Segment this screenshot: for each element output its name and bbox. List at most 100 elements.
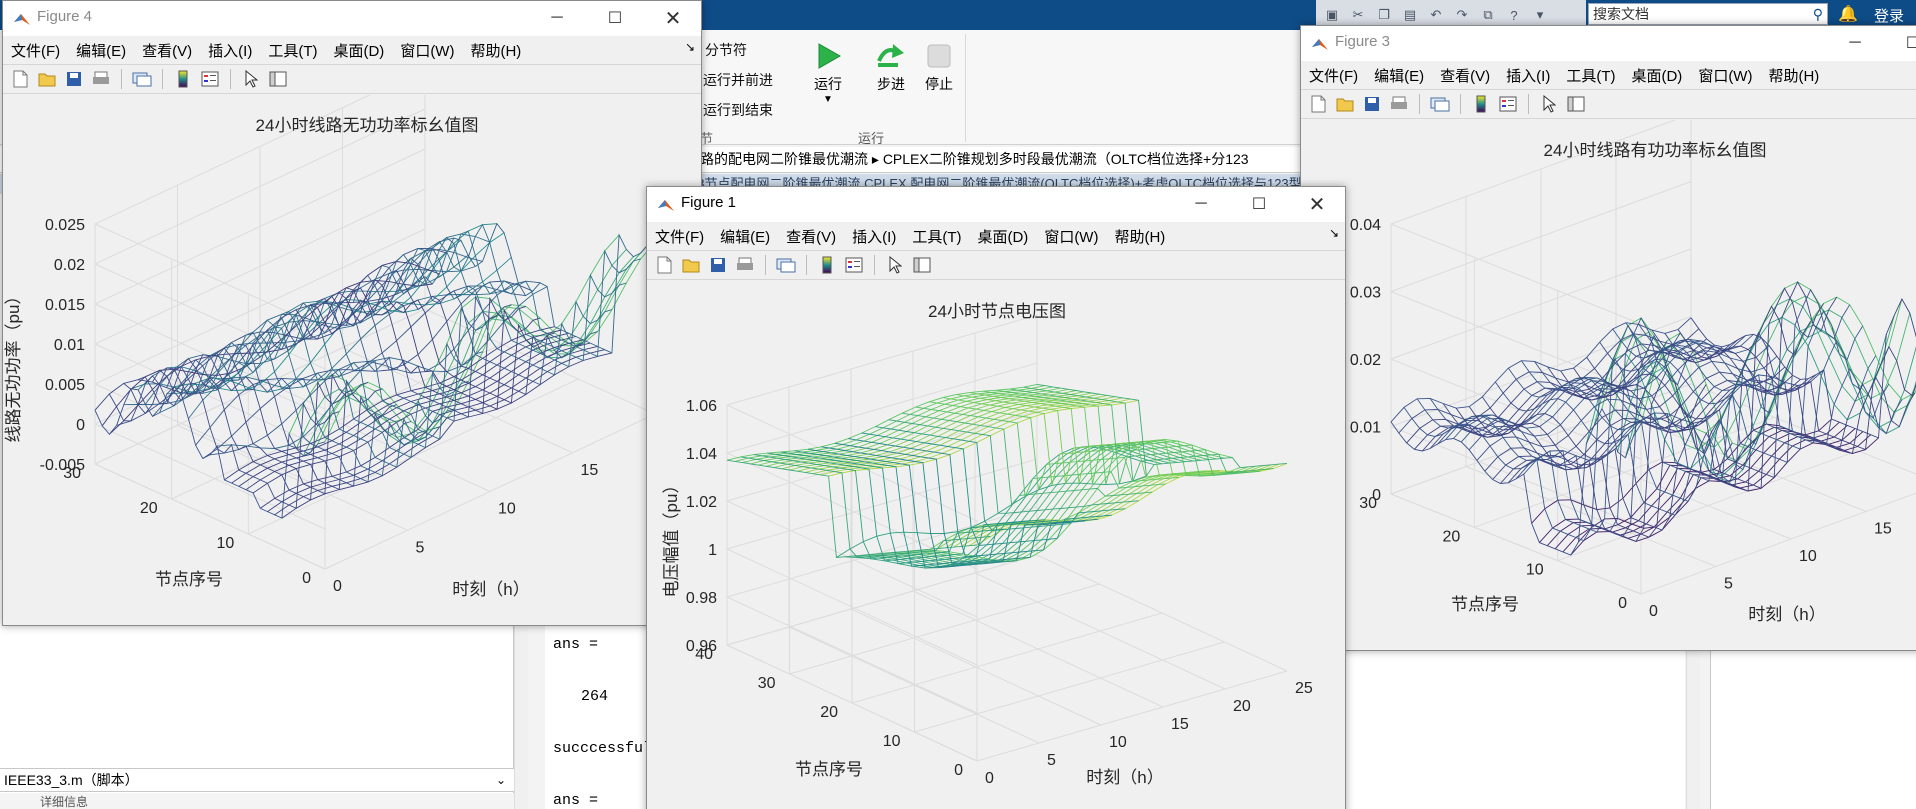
insert-colorbar-icon[interactable]: [816, 254, 838, 276]
search-documentation-input[interactable]: 搜索文档 ⚲: [1588, 3, 1828, 25]
minimize-icon[interactable]: ─: [1181, 191, 1221, 217]
print-figure-icon[interactable]: [1388, 93, 1410, 115]
menu-item[interactable]: 帮助(H): [470, 40, 521, 61]
menu-item[interactable]: 插入(I): [852, 226, 896, 247]
insert-legend-icon[interactable]: [843, 254, 865, 276]
menu-item[interactable]: 窗口(W): [400, 40, 454, 61]
run-and-advance-button[interactable]: 运行并前进: [703, 70, 773, 90]
menu-item[interactable]: 插入(I): [208, 40, 252, 61]
insert-legend-icon[interactable]: [1497, 93, 1519, 115]
menu-item[interactable]: 编辑(E): [720, 226, 770, 247]
mesh-line: [961, 464, 1272, 547]
plot-area[interactable]: 0.040.030.020.01005101520302010024小时线路有功…: [1301, 120, 1916, 651]
close-icon[interactable]: ✕: [1297, 191, 1337, 217]
open-file-icon[interactable]: [680, 254, 702, 276]
notification-bell-icon[interactable]: 🔔: [1838, 4, 1858, 24]
insert-legend-icon[interactable]: [199, 68, 221, 90]
dock-figure-icon[interactable]: ↘: [685, 40, 695, 54]
new-figure-icon[interactable]: [653, 254, 675, 276]
figure-3-window[interactable]: Figure 3 ─ ☐ 文件(F) 编辑(E) 查看(V) 插入(I) 工具(T) 桌面…: [1300, 25, 1916, 651]
open-property-inspector-icon[interactable]: [911, 254, 933, 276]
menu-item[interactable]: 帮助(H): [1114, 226, 1165, 247]
link-plot-icon[interactable]: [131, 68, 153, 90]
plot-title: 24小时线路无功功率标幺值图: [256, 116, 479, 135]
menu-item[interactable]: 工具(T): [268, 40, 317, 61]
print-figure-icon[interactable]: [90, 68, 112, 90]
mesh-line: [1677, 329, 1916, 451]
menu-item[interactable]: 编辑(E): [76, 40, 126, 61]
edit-plot-icon[interactable]: [884, 254, 906, 276]
insert-colorbar-icon[interactable]: [1470, 93, 1492, 115]
current-file-selector[interactable]: IEEE33_3.m（脚本） ⌄: [0, 768, 514, 792]
menu-item[interactable]: 工具(T): [1566, 65, 1615, 86]
breadcrumb-segment[interactable]: CPLEX二阶锥规划多时段最优潮流（OLTC档位选择+分123: [883, 151, 1249, 167]
x-tick-label: 0: [985, 770, 994, 787]
new-figure-icon[interactable]: [1307, 93, 1329, 115]
help-icon[interactable]: ?: [1504, 5, 1524, 25]
chevron-down-icon[interactable]: ⌄: [496, 769, 506, 791]
maximize-icon[interactable]: ☐: [1893, 30, 1916, 56]
menu-item[interactable]: 工具(T): [912, 226, 961, 247]
menu-item[interactable]: 查看(V): [1440, 65, 1490, 86]
save-icon[interactable]: ▣: [1322, 5, 1342, 25]
figure-1-window[interactable]: Figure 1 ─ ☐ ✕ 文件(F) 编辑(E) 查看(V) 插入(I) 工具(T)…: [646, 186, 1346, 809]
open-property-inspector-icon[interactable]: [1565, 93, 1587, 115]
menu-item[interactable]: 文件(F): [1309, 65, 1358, 86]
figure-title-bar[interactable]: Figure 4 ─ ☐ ✕: [3, 1, 701, 36]
y-axis-label: 节点序号: [795, 760, 863, 779]
menu-item[interactable]: 文件(F): [11, 40, 60, 61]
save-figure-icon[interactable]: [1361, 93, 1383, 115]
customize-icon[interactable]: ▾: [1530, 5, 1550, 25]
minimize-icon[interactable]: ─: [1835, 30, 1875, 56]
menu-item[interactable]: 文件(F): [655, 226, 704, 247]
link-plot-icon[interactable]: [1429, 93, 1451, 115]
undo-icon[interactable]: ↶: [1426, 5, 1446, 25]
minimize-icon[interactable]: ─: [537, 5, 577, 31]
figure-title-bar[interactable]: Figure 3 ─ ☐: [1301, 26, 1916, 61]
breadcrumb-segment[interactable]: 路的配电网二阶锥最优潮流: [700, 151, 868, 167]
y-tick-label: 20: [140, 500, 158, 517]
menu-item[interactable]: 窗口(W): [1044, 226, 1098, 247]
insert-colorbar-icon[interactable]: [172, 68, 194, 90]
switch-windows-icon[interactable]: ⧉: [1478, 5, 1498, 25]
menu-item[interactable]: 窗口(W): [1698, 65, 1752, 86]
toolbar-separator: [765, 255, 766, 275]
redo-icon[interactable]: ↷: [1452, 5, 1472, 25]
dock-figure-icon[interactable]: ↘: [1329, 226, 1339, 240]
open-property-inspector-icon[interactable]: [267, 68, 289, 90]
menu-item[interactable]: 帮助(H): [1768, 65, 1819, 86]
menu-item[interactable]: 桌面(D): [1631, 65, 1682, 86]
section-break-button[interactable]: 分节符: [705, 40, 747, 60]
maximize-icon[interactable]: ☐: [595, 5, 635, 31]
run-to-end-button[interactable]: 运行到结束: [703, 100, 773, 120]
maximize-icon[interactable]: ☐: [1239, 191, 1279, 217]
stop-button[interactable]: 停止: [914, 38, 964, 94]
menu-item[interactable]: 桌面(D): [333, 40, 384, 61]
figure-title-bar[interactable]: Figure 1 ─ ☐ ✕: [647, 187, 1345, 222]
menu-item[interactable]: 桌面(D): [977, 226, 1028, 247]
save-figure-icon[interactable]: [63, 68, 85, 90]
edit-plot-icon[interactable]: [1538, 93, 1560, 115]
menu-item[interactable]: 插入(I): [1506, 65, 1550, 86]
menu-item[interactable]: 查看(V): [142, 40, 192, 61]
login-button[interactable]: 登录: [1874, 5, 1904, 26]
figure-4-window[interactable]: Figure 4 ─ ☐ ✕ 文件(F) 编辑(E) 查看(V) 插入(I) 工具(T)…: [2, 0, 702, 626]
chevron-down-icon[interactable]: ▼: [803, 94, 853, 105]
edit-plot-icon[interactable]: [240, 68, 262, 90]
print-figure-icon[interactable]: [734, 254, 756, 276]
menu-item[interactable]: 编辑(E): [1374, 65, 1424, 86]
open-file-icon[interactable]: [36, 68, 58, 90]
open-file-icon[interactable]: [1334, 93, 1356, 115]
new-figure-icon[interactable]: [9, 68, 31, 90]
paste-icon[interactable]: ▤: [1400, 5, 1420, 25]
plot-area[interactable]: 0.0250.020.0150.010.0050-0.0050510152030…: [3, 95, 702, 626]
cut-icon[interactable]: ✂: [1348, 5, 1368, 25]
copy-icon[interactable]: ❐: [1374, 5, 1394, 25]
step-button[interactable]: 步进: [866, 38, 916, 94]
link-plot-icon[interactable]: [775, 254, 797, 276]
plot-area[interactable]: 1.061.041.0210.980.960510152025403020100…: [647, 281, 1346, 809]
run-button[interactable]: 运行 ▼: [803, 38, 853, 105]
close-icon[interactable]: ✕: [653, 5, 693, 31]
save-figure-icon[interactable]: [707, 254, 729, 276]
menu-item[interactable]: 查看(V): [786, 226, 836, 247]
